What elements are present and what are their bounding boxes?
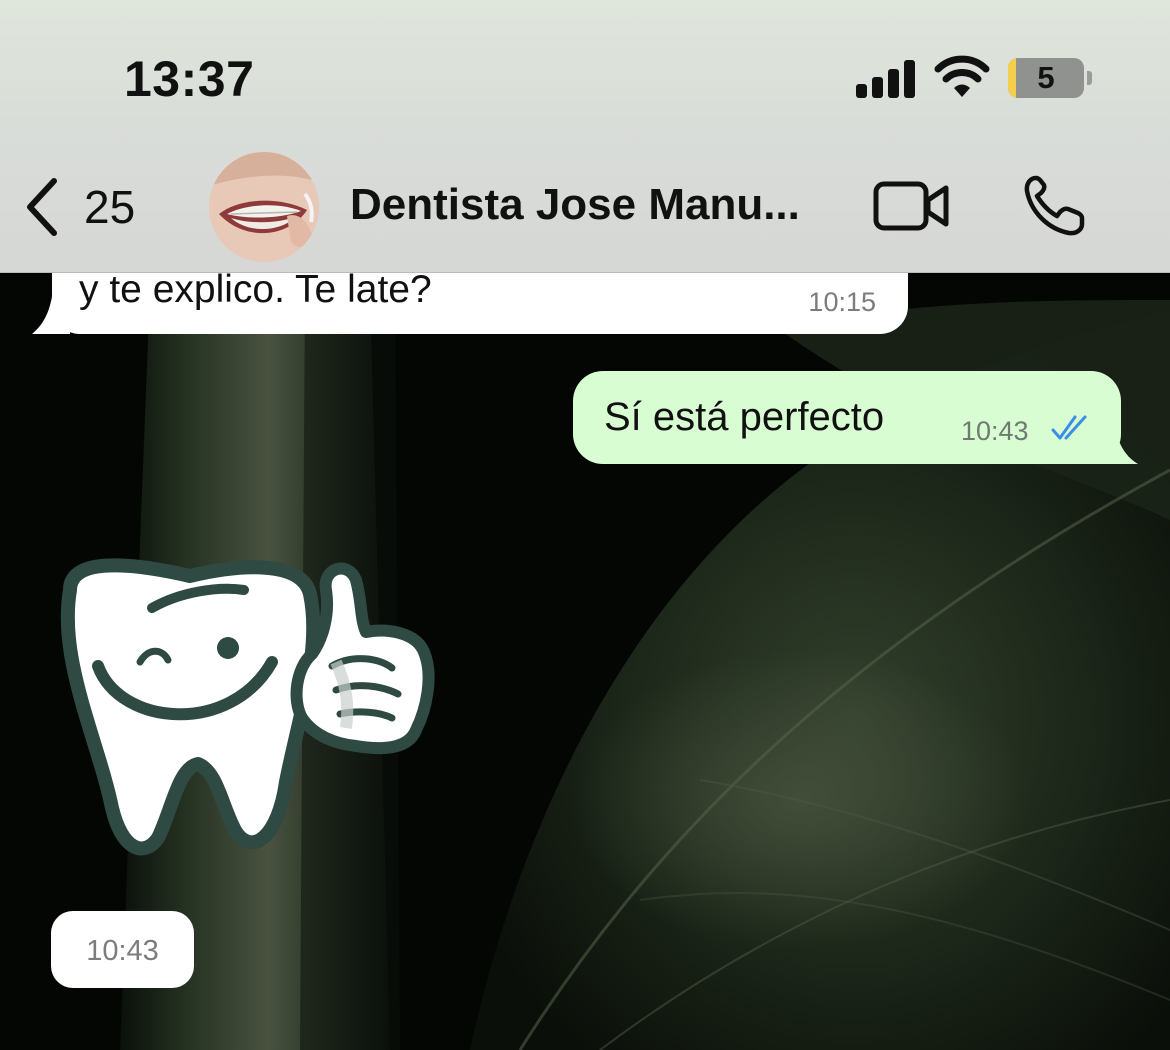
unread-count: 25 xyxy=(84,181,136,233)
phone-icon[interactable] xyxy=(1022,174,1088,238)
read-receipt-icon xyxy=(1051,415,1087,440)
battery-level: 5 xyxy=(1037,60,1055,95)
video-call-icon[interactable] xyxy=(872,178,952,234)
tooth-thumbs-up-sticker[interactable] xyxy=(40,550,450,870)
sticker-timestamp-pill: 10:43 xyxy=(51,911,194,988)
contact-avatar[interactable] xyxy=(209,152,319,262)
status-bar-time: 13:37 xyxy=(124,51,255,107)
message-text: y te explico. Te late? xyxy=(79,268,432,311)
avatar-photo xyxy=(209,152,319,262)
wifi-icon xyxy=(934,55,990,97)
contact-name[interactable]: Dentista Jose Manu... xyxy=(350,180,800,230)
message-time: 10:43 xyxy=(86,935,159,967)
signal-icon xyxy=(856,58,916,98)
message-time: 10:15 xyxy=(808,287,876,317)
battery-cap xyxy=(1087,71,1092,85)
battery-icon: 5 xyxy=(1008,58,1084,98)
back-button[interactable]: 25 xyxy=(22,174,135,240)
chevron-left-icon xyxy=(27,178,57,236)
message-time: 10:43 xyxy=(961,416,1029,446)
outgoing-message-bubble[interactable]: Sí está perfecto 10:43 xyxy=(573,371,1121,464)
message-text: Sí está perfecto xyxy=(604,395,885,439)
chat-header: 13:37 5 25 Dentista Jose Manu... xyxy=(0,0,1170,273)
